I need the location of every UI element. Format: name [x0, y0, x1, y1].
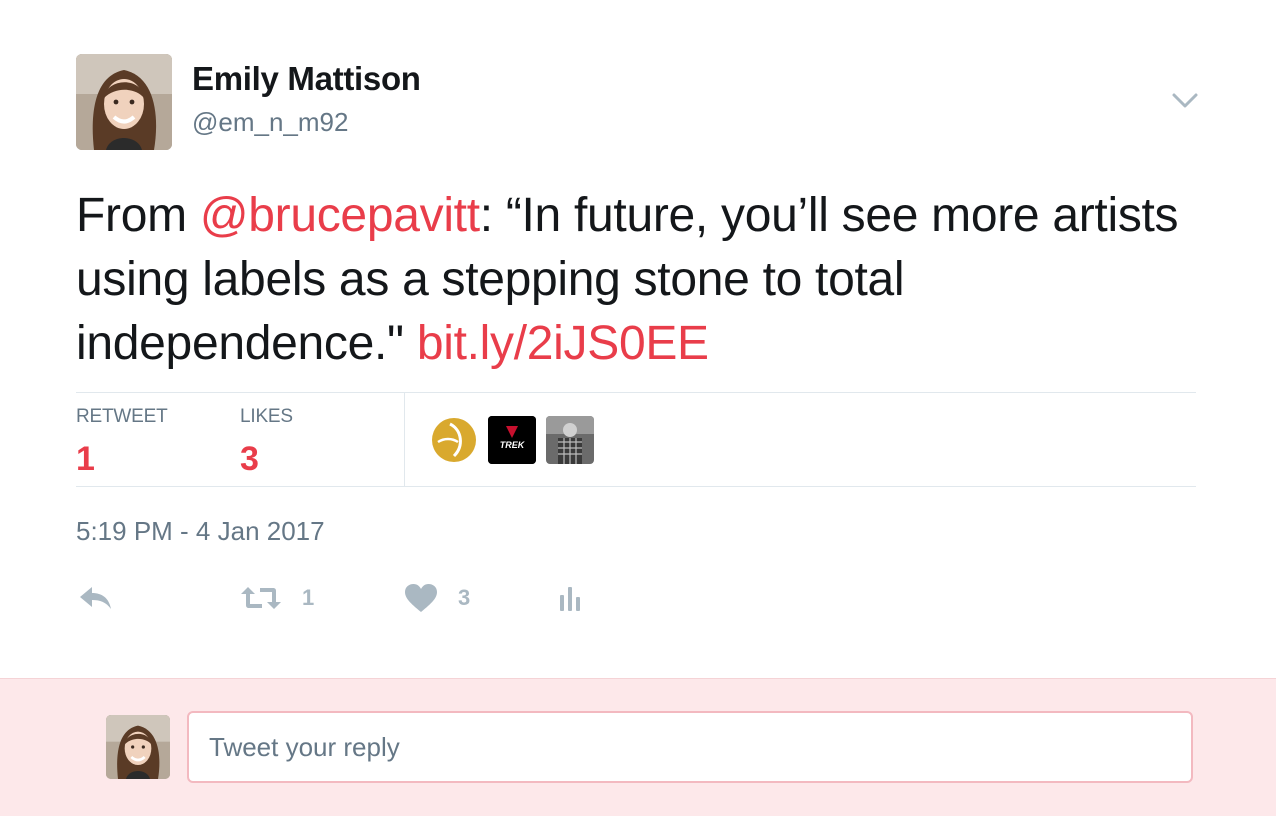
stats-vertical-divider	[404, 393, 405, 487]
analytics-icon	[560, 587, 580, 611]
retweet-count: 1	[302, 585, 315, 610]
reply-input[interactable]	[187, 711, 1193, 783]
author-avatar-image	[76, 54, 172, 150]
retweet-stat-label: RETWEET	[76, 406, 168, 427]
mention-link[interactable]: @brucepavitt	[200, 189, 480, 242]
tweet-text-prefix: From	[76, 189, 200, 242]
heart-icon	[405, 584, 437, 612]
tweet-timestamp[interactable]: 5:19 PM - 4 Jan 2017	[76, 516, 325, 547]
reply-avatar	[106, 715, 170, 779]
chevron-down-icon[interactable]	[1168, 86, 1202, 114]
liker-avatar-1[interactable]	[430, 416, 478, 464]
likes-stat-count: 3	[240, 440, 259, 478]
reply-button[interactable]	[78, 578, 114, 618]
likes-stat[interactable]: LIKES 3	[240, 406, 293, 479]
like-count: 3	[458, 585, 471, 610]
liker-avatar-3[interactable]	[546, 416, 594, 464]
retweet-stat[interactable]: RETWEET 1	[76, 406, 168, 479]
tweet-text: From @brucepavitt: “In future, you’ll se…	[76, 184, 1206, 376]
reply-icon	[80, 587, 111, 609]
retweet-stat-count: 1	[76, 440, 95, 478]
author-handle[interactable]: @em_n_m92	[192, 107, 348, 138]
likes-stat-label: LIKES	[240, 406, 293, 427]
trek-logo-icon: TREK	[488, 416, 536, 464]
retweet-button[interactable]: 1	[240, 578, 314, 618]
stats-top-divider	[76, 392, 1196, 393]
tweet-card: Emily Mattison @em_n_m92 From @brucepavi…	[0, 0, 1276, 678]
analytics-button[interactable]	[558, 578, 586, 618]
like-button[interactable]: 3	[404, 578, 470, 618]
retweet-icon	[241, 587, 281, 609]
author-avatar[interactable]	[76, 54, 172, 150]
reply-avatar-image	[106, 715, 170, 779]
url-link[interactable]: bit.ly/2iJS0EE	[417, 317, 709, 370]
stats-bottom-divider	[76, 486, 1196, 487]
trek-logo-text: TREK	[500, 440, 526, 450]
liker-avatar-2[interactable]: TREK	[488, 416, 536, 464]
reply-composer	[0, 678, 1276, 816]
author-name[interactable]: Emily Mattison	[192, 60, 421, 98]
photo-avatar-icon	[546, 416, 594, 464]
yellow-circle-logo-icon	[432, 418, 476, 462]
